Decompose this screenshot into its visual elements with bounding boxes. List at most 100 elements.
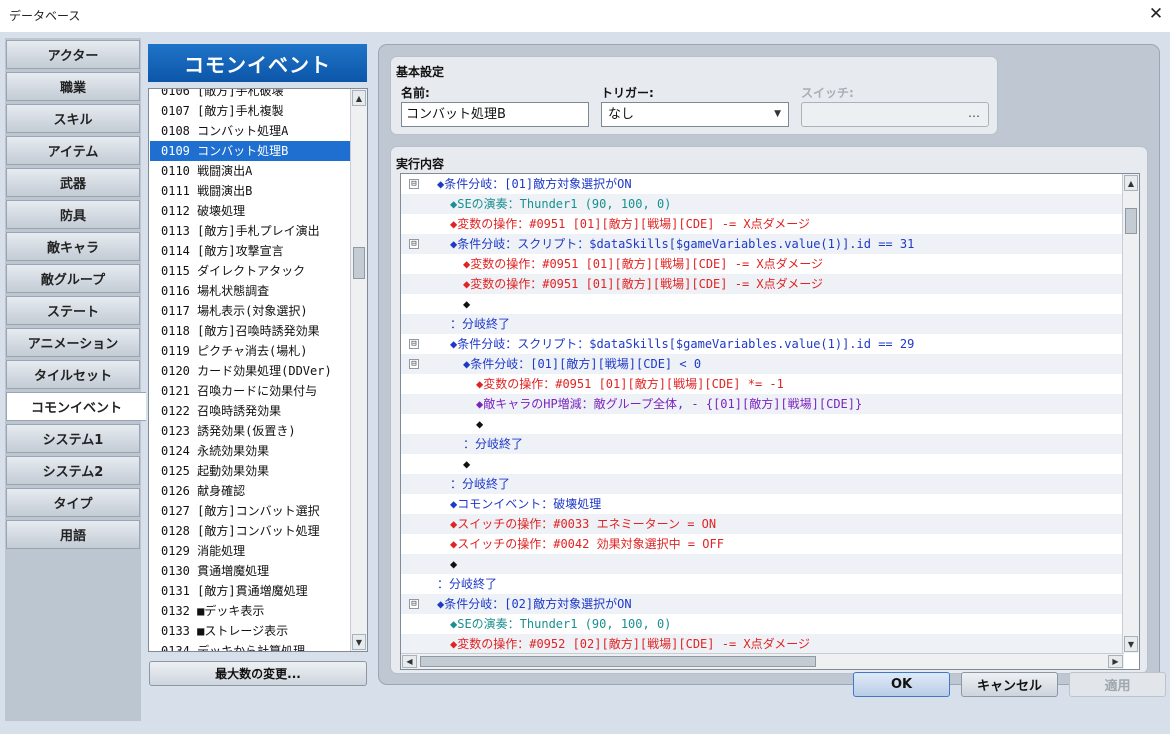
event-list-item[interactable]: 0109 コンバット処理B — [150, 141, 350, 161]
command-row[interactable]: ◆SEの演奏：Thunder1 (90, 100, 0) — [401, 614, 1124, 634]
command-row[interactable]: ：分岐終了 — [401, 474, 1124, 494]
command-text: ◆条件分岐：スクリプト：$dataSkills[$gameVariables.v… — [450, 337, 915, 351]
category-tab[interactable]: システム1 — [6, 424, 140, 453]
category-tab[interactable]: タイルセット — [6, 360, 140, 389]
ok-button[interactable]: OK — [853, 672, 950, 697]
collapse-icon[interactable]: ⊟ — [409, 239, 419, 249]
collapse-icon[interactable]: ⊟ — [409, 359, 419, 369]
close-icon[interactable]: ✕ — [1142, 0, 1170, 28]
event-list-item[interactable]: 0115 ダイレクトアタック — [150, 261, 350, 281]
event-list-item[interactable]: 0117 場札表示(対象選択) — [150, 301, 350, 321]
category-tab[interactable]: タイプ — [6, 488, 140, 517]
switch-browse-button[interactable]: … — [968, 106, 980, 120]
category-tab[interactable]: アクター — [6, 40, 140, 69]
basic-settings-label: 基本設定 — [396, 65, 445, 79]
category-tab[interactable]: アニメーション — [6, 328, 140, 357]
scroll-up-icon[interactable]: ▲ — [1124, 175, 1138, 191]
command-hscroll-thumb[interactable] — [420, 656, 816, 667]
name-field[interactable]: コンバット処理B — [401, 102, 589, 127]
collapse-icon[interactable]: ⊟ — [409, 599, 419, 609]
category-tab[interactable]: 武器 — [6, 168, 140, 197]
category-tab[interactable]: 防具 — [6, 200, 140, 229]
command-row[interactable]: ⊟ ◆条件分岐：[01][敵方][戦場][CDE] < 0 — [401, 354, 1124, 374]
event-list-item[interactable]: 0127 [敵方]コンバット選択 — [150, 501, 350, 521]
event-list-item[interactable]: 0133 ■ストレージ表示 — [150, 621, 350, 641]
category-tab[interactable]: アイテム — [6, 136, 140, 165]
command-row[interactable]: ：分岐終了 — [401, 434, 1124, 454]
command-text: ：分岐終了 — [450, 317, 511, 331]
event-list-item[interactable]: 0118 [敵方]召喚時誘発効果 — [150, 321, 350, 341]
command-row[interactable]: ：分岐終了 — [401, 574, 1124, 594]
event-list-item[interactable]: 0124 永続効果効果 — [150, 441, 350, 461]
command-row[interactable]: ◆ — [401, 454, 1124, 474]
event-list-item[interactable]: 0130 貫通増魔処理 — [150, 561, 350, 581]
command-row[interactable]: ◆敵キャラのHP増減：敵グループ全体, - {[01][敵方][戦場][CDE]… — [401, 394, 1124, 414]
scroll-down-icon[interactable]: ▼ — [1124, 636, 1138, 652]
event-list[interactable]: 0106 [敵方]手札破壊 0107 [敵方]手札複製 0108 コンバット処理A 0… — [148, 88, 368, 652]
switch-field[interactable]: … — [801, 102, 989, 127]
category-tab[interactable]: 用語 — [6, 520, 140, 549]
collapse-icon[interactable]: ⊟ — [409, 179, 419, 189]
command-row[interactable]: ◆スイッチの操作：#0033 エネミーターン = ON — [401, 514, 1124, 534]
command-row[interactable]: ⊟ ◆条件分岐：[01]敵方対象選択がON — [401, 174, 1124, 194]
command-row[interactable]: ◆変数の操作：#0952 [02][敵方][戦場][CDE] -= X点ダメージ — [401, 634, 1124, 654]
collapse-icon[interactable]: ⊟ — [409, 339, 419, 349]
command-row[interactable]: ◆変数の操作：#0951 [01][敵方][戦場][CDE] -= X点ダメージ — [401, 214, 1124, 234]
command-vertical-scrollbar[interactable]: ▲ ▼ — [1122, 174, 1139, 653]
event-list-item[interactable]: 0114 [敵方]攻撃宣言 — [150, 241, 350, 261]
trigger-select[interactable]: なし ▼ — [601, 102, 789, 127]
event-list-item[interactable]: 0107 [敵方]手札複製 — [150, 101, 350, 121]
event-list-item[interactable]: 0119 ピクチャ消去(場札) — [150, 341, 350, 361]
scroll-right-icon[interactable]: ▶ — [1108, 655, 1123, 668]
command-row[interactable]: ：分岐終了 — [401, 314, 1124, 334]
category-tab[interactable]: コモンイベント — [6, 392, 146, 421]
event-list-item[interactable]: 0116 場札状態調査 — [150, 281, 350, 301]
event-list-item[interactable]: 0123 誘発効果(仮置き) — [150, 421, 350, 441]
event-list-item[interactable]: 0113 [敵方]手札プレイ演出 — [150, 221, 350, 241]
scroll-left-icon[interactable]: ◀ — [402, 655, 417, 668]
list-vertical-scrollbar[interactable]: ▲ ▼ — [350, 89, 367, 651]
list-scroll-thumb[interactable] — [353, 247, 365, 279]
category-tab[interactable]: システム2 — [6, 456, 140, 485]
command-row[interactable]: ◆ — [401, 414, 1124, 434]
category-tab[interactable]: スキル — [6, 104, 140, 133]
command-row[interactable]: ⊟ ◆条件分岐：スクリプト：$dataSkills[$gameVariables.… — [401, 334, 1124, 354]
command-horizontal-scrollbar[interactable]: ◀ ▶ — [401, 653, 1124, 669]
command-list[interactable]: ⊟ ◆条件分岐：[01]敵方対象選択がON ◆SEの演奏：Thunder1 (90,… — [400, 173, 1140, 670]
scroll-up-icon[interactable]: ▲ — [352, 90, 366, 106]
event-list-item[interactable]: 0111 戦闘演出B — [150, 181, 350, 201]
event-list-item[interactable]: 0112 破壊処理 — [150, 201, 350, 221]
command-row[interactable]: ⊟ ◆条件分岐：スクリプト：$dataSkills[$gameVariables.… — [401, 234, 1124, 254]
category-tab[interactable]: 敵グループ — [6, 264, 140, 293]
command-row[interactable]: ◆SEの演奏：Thunder1 (90, 100, 0) — [401, 194, 1124, 214]
cancel-button[interactable]: キャンセル — [961, 672, 1058, 697]
command-row[interactable]: ◆変数の操作：#0951 [01][敵方][戦場][CDE] -= X点ダメージ — [401, 254, 1124, 274]
command-row[interactable]: ◆変数の操作：#0951 [01][敵方][戦場][CDE] *= -1 — [401, 374, 1124, 394]
scroll-down-icon[interactable]: ▼ — [352, 634, 366, 650]
command-row[interactable]: ◆スイッチの操作：#0042 効果対象選択中 = OFF — [401, 534, 1124, 554]
category-tab[interactable]: 敵キャラ — [6, 232, 140, 261]
change-max-button[interactable]: 最大数の変更... — [149, 661, 367, 686]
event-list-item[interactable]: 0110 戦闘演出A — [150, 161, 350, 181]
command-row[interactable]: ◆変数の操作：#0951 [01][敵方][戦場][CDE] -= X点ダメージ — [401, 274, 1124, 294]
event-list-item[interactable]: 0131 [敵方]貫通増魔処理 — [150, 581, 350, 601]
event-list-item[interactable]: 0120 カード効果処理(DDVer) — [150, 361, 350, 381]
event-list-item[interactable]: 0132 ■デッキ表示 — [150, 601, 350, 621]
event-list-item[interactable]: 0128 [敵方]コンバット処理 — [150, 521, 350, 541]
category-tab[interactable]: 職業 — [6, 72, 140, 101]
event-list-item[interactable]: 0122 召喚時誘発効果 — [150, 401, 350, 421]
category-tab[interactable]: ステート — [6, 296, 140, 325]
event-list-item[interactable]: 0126 献身確認 — [150, 481, 350, 501]
command-row[interactable]: ◆コモンイベント：破壊処理 — [401, 494, 1124, 514]
event-list-item[interactable]: 0108 コンバット処理A — [150, 121, 350, 141]
event-list-item[interactable]: 0106 [敵方]手札破壊 — [150, 89, 350, 101]
command-row[interactable]: ◆ — [401, 294, 1124, 314]
command-scroll-thumb[interactable] — [1125, 208, 1137, 234]
apply-button[interactable]: 適用 — [1069, 672, 1166, 697]
event-list-item[interactable]: 0134 デッキから計算処理 — [150, 641, 350, 651]
event-list-item[interactable]: 0129 消能処理 — [150, 541, 350, 561]
command-row[interactable]: ⊟ ◆条件分岐：[02]敵方対象選択がON — [401, 594, 1124, 614]
event-list-item[interactable]: 0121 召喚カードに効果付与 — [150, 381, 350, 401]
event-list-item[interactable]: 0125 起動効果効果 — [150, 461, 350, 481]
command-row[interactable]: ◆ — [401, 554, 1124, 574]
